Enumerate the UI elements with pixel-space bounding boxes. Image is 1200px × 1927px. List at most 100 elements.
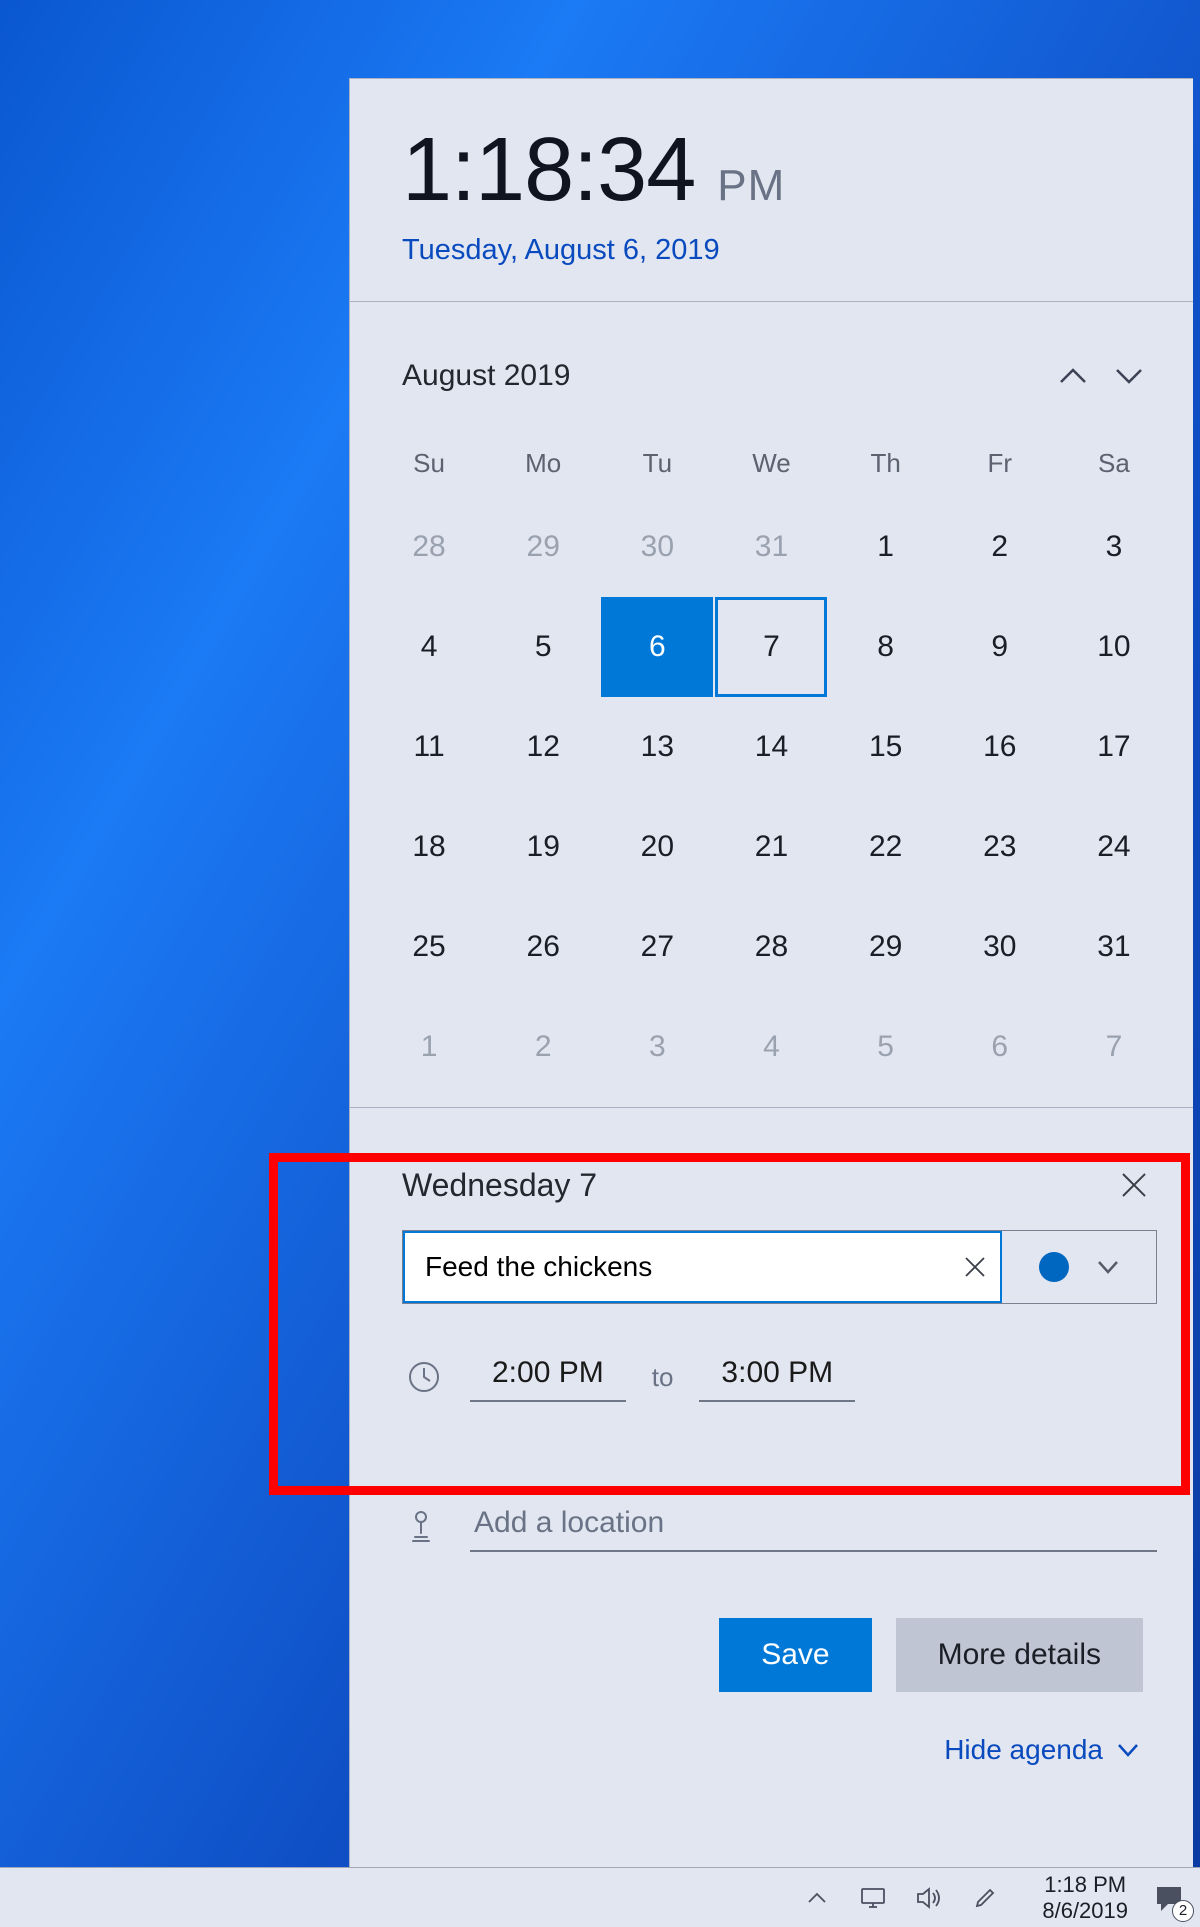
calendar-day[interactable]: 2: [486, 997, 600, 1097]
calendar-day[interactable]: 24: [1057, 797, 1171, 897]
calendar-day[interactable]: 11: [372, 697, 486, 797]
speaker-icon: [916, 1887, 942, 1909]
calendar-day[interactable]: 30: [943, 897, 1057, 997]
end-time-field[interactable]: 3:00 PM: [699, 1352, 855, 1402]
calendar-day[interactable]: 7: [714, 597, 828, 697]
calendar-day[interactable]: 28: [372, 497, 486, 597]
calendar-day[interactable]: 22: [829, 797, 943, 897]
event-quick-create: Wednesday 7 2:00 PM to 3:00 PM: [350, 1108, 1193, 1766]
calendar-day[interactable]: 6: [600, 597, 714, 697]
chevron-up-icon: [807, 1891, 827, 1905]
calendar-day[interactable]: 23: [943, 797, 1057, 897]
hide-agenda-link[interactable]: Hide agenda: [390, 1692, 1163, 1766]
calendar-day[interactable]: 10: [1057, 597, 1171, 697]
clear-title-button[interactable]: [950, 1233, 1000, 1301]
clock-icon: [404, 1357, 444, 1397]
calendar-day[interactable]: 17: [1057, 697, 1171, 797]
clock-row: 1:18:34 PM: [350, 79, 1193, 222]
calendar-day[interactable]: 13: [600, 697, 714, 797]
calendar-day[interactable]: 19: [486, 797, 600, 897]
event-buttons: Save More details: [390, 1552, 1163, 1692]
event-location-row: [390, 1402, 1163, 1552]
clock-calendar-flyout: 1:18:34 PM Tuesday, August 6, 2019 Augus…: [349, 78, 1193, 1902]
calendar-grid: 2829303112345678910111213141516171819202…: [350, 479, 1193, 1097]
start-time-field[interactable]: 2:00 PM: [470, 1352, 626, 1402]
calendar-day[interactable]: 29: [486, 497, 600, 597]
chevron-down-icon: [1097, 1260, 1119, 1274]
action-center-button[interactable]: 2: [1146, 1875, 1192, 1921]
weekday-label: Sa: [1057, 448, 1171, 479]
calendar-day[interactable]: 16: [943, 697, 1057, 797]
calendar-day[interactable]: 21: [714, 797, 828, 897]
calendar-day[interactable]: 15: [829, 697, 943, 797]
clock-date-link[interactable]: Tuesday, August 6, 2019: [350, 222, 1193, 301]
calendar-day[interactable]: 6: [943, 997, 1057, 1097]
calendar-day[interactable]: 1: [829, 497, 943, 597]
monitor-icon: [860, 1887, 886, 1909]
close-icon: [1121, 1172, 1147, 1198]
calendar-day[interactable]: 5: [486, 597, 600, 697]
taskbar-clock-date: 8/6/2019: [1042, 1898, 1128, 1923]
volume-icon[interactable]: [914, 1883, 944, 1913]
chevron-up-icon: [1059, 367, 1087, 385]
next-month-button[interactable]: [1101, 348, 1157, 404]
taskbar-clock[interactable]: 1:18 PM 8/6/2019: [1024, 1872, 1146, 1923]
calendar-day[interactable]: 12: [486, 697, 600, 797]
prev-month-button[interactable]: [1045, 348, 1101, 404]
calendar-day[interactable]: 26: [486, 897, 600, 997]
calendar-day[interactable]: 5: [829, 997, 943, 1097]
location-input[interactable]: [470, 1502, 1157, 1552]
tray-overflow-button[interactable]: [802, 1883, 832, 1913]
chevron-down-icon: [1115, 367, 1143, 385]
calendar-day[interactable]: 4: [714, 997, 828, 1097]
event-title-row: [402, 1230, 1157, 1304]
month-label[interactable]: August 2019: [402, 359, 1045, 393]
notification-badge: 2: [1172, 1900, 1194, 1922]
event-date-label: Wednesday 7: [402, 1167, 1111, 1204]
system-tray: [802, 1883, 1024, 1913]
close-event-button[interactable]: [1111, 1162, 1157, 1208]
calendar-color-picker[interactable]: [1002, 1231, 1156, 1303]
event-time-row: 2:00 PM to 3:00 PM: [390, 1304, 1163, 1402]
calendar-day[interactable]: 27: [600, 897, 714, 997]
weekday-header: Su Mo Tu We Th Fr Sa: [350, 414, 1193, 479]
event-title-input[interactable]: [425, 1251, 950, 1283]
calendar-day[interactable]: 9: [943, 597, 1057, 697]
chevron-down-icon: [1117, 1743, 1139, 1757]
pen-icon: [973, 1886, 997, 1910]
weekday-label: Fr: [943, 448, 1057, 479]
location-icon: [404, 1507, 444, 1547]
hide-agenda-label: Hide agenda: [944, 1734, 1103, 1766]
weekday-label: Th: [829, 448, 943, 479]
calendar-day[interactable]: 1: [372, 997, 486, 1097]
calendar-day[interactable]: 4: [372, 597, 486, 697]
calendar-day[interactable]: 31: [1057, 897, 1171, 997]
calendar-day[interactable]: 29: [829, 897, 943, 997]
calendar-day[interactable]: 18: [372, 797, 486, 897]
time-to-label: to: [652, 1362, 674, 1393]
weekday-label: Tu: [600, 448, 714, 479]
calendar-day[interactable]: 3: [600, 997, 714, 1097]
weekday-label: Mo: [486, 448, 600, 479]
calendar-color-dot-icon: [1039, 1252, 1069, 1282]
network-icon[interactable]: [858, 1883, 888, 1913]
calendar-day[interactable]: 3: [1057, 497, 1171, 597]
more-details-button[interactable]: More details: [896, 1618, 1143, 1692]
calendar-day[interactable]: 8: [829, 597, 943, 697]
calendar-day[interactable]: 25: [372, 897, 486, 997]
calendar-day[interactable]: 28: [714, 897, 828, 997]
save-button[interactable]: Save: [719, 1618, 871, 1692]
calendar-day[interactable]: 20: [600, 797, 714, 897]
calendar-day[interactable]: 7: [1057, 997, 1171, 1097]
weekday-label: Su: [372, 448, 486, 479]
calendar-day[interactable]: 14: [714, 697, 828, 797]
calendar-day[interactable]: 30: [600, 497, 714, 597]
pen-ink-icon[interactable]: [970, 1883, 1000, 1913]
calendar-day[interactable]: 2: [943, 497, 1057, 597]
close-icon: [964, 1256, 986, 1278]
taskbar: 1:18 PM 8/6/2019 2: [0, 1867, 1200, 1927]
clock-ampm: PM: [717, 161, 785, 211]
clock-time: 1:18:34: [402, 119, 695, 222]
month-nav-row: August 2019: [350, 302, 1193, 414]
calendar-day[interactable]: 31: [714, 497, 828, 597]
